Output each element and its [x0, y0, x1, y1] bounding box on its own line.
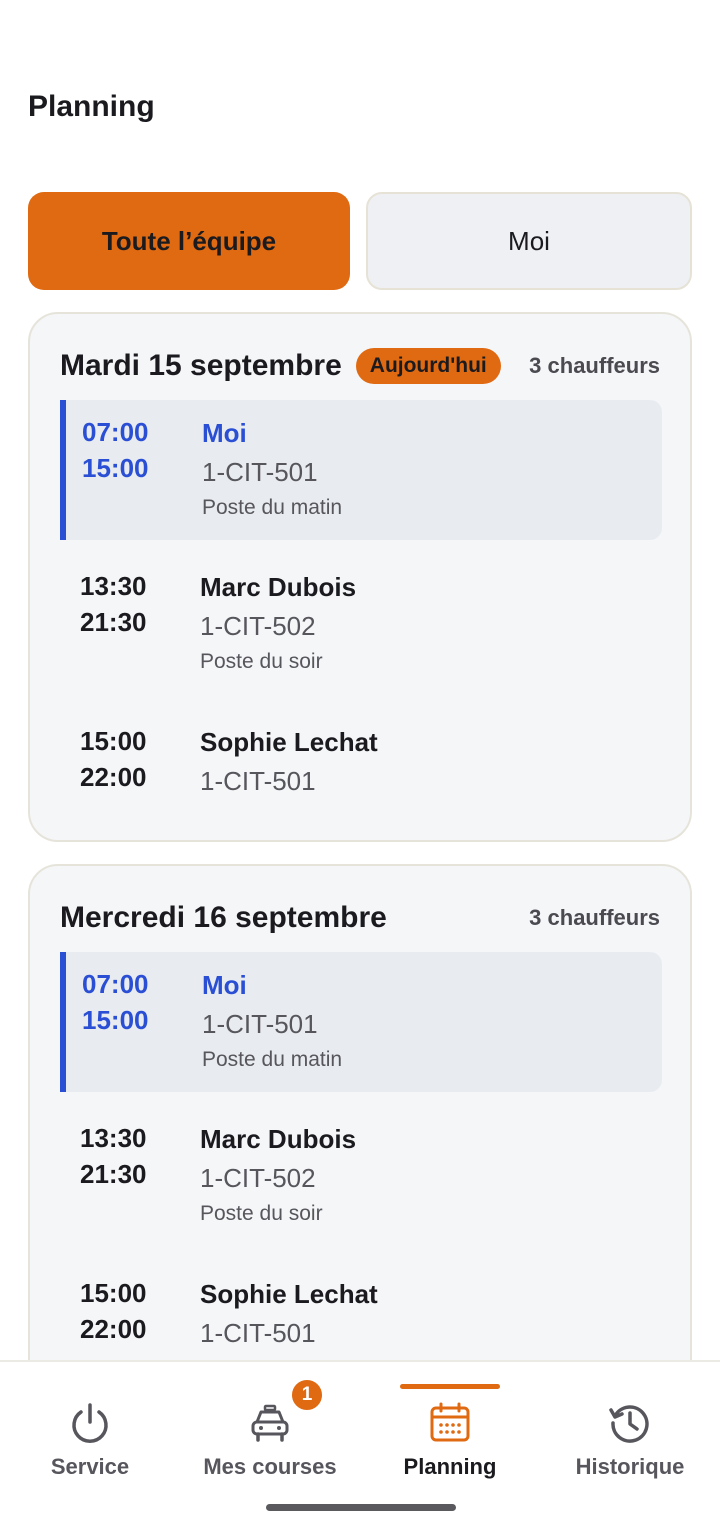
- driver-name: Marc Dubois: [200, 1124, 357, 1154]
- shift-times: 13:30 21:30: [80, 568, 180, 640]
- shift-start: 07:00: [82, 969, 149, 999]
- vehicle-plate: 1-CIT-501: [200, 1318, 316, 1348]
- power-icon: [72, 1403, 108, 1443]
- nav-label-mes-courses: Mes courses: [203, 1454, 337, 1479]
- shift-times: 15:00 22:00: [80, 723, 180, 795]
- nav-item-service[interactable]: Service: [0, 1362, 180, 1492]
- shift-info: Sophie Lechat 1-CIT-501: [200, 1277, 378, 1353]
- shift-row-me[interactable]: 07:00 15:00 Moi 1-CIT-501 Poste du matin: [60, 952, 662, 1092]
- shift-end: 22:00: [80, 762, 147, 792]
- shift-info: Sophie Lechat 1-CIT-501: [200, 725, 378, 801]
- shift-start: 07:00: [82, 417, 149, 447]
- shift-end: 21:30: [80, 607, 147, 637]
- shift-type: Poste du soir: [200, 1202, 323, 1225]
- today-badge: Aujourd'hui: [355, 348, 501, 384]
- driver-name: Sophie Lechat: [200, 727, 378, 757]
- shift-end: 15:00: [82, 453, 149, 483]
- shift-row-me[interactable]: 07:00 15:00 Moi 1-CIT-501 Poste du matin: [60, 400, 662, 540]
- shift-type: Poste du matin: [202, 496, 343, 519]
- shift-times: 15:00 22:00: [80, 1275, 180, 1347]
- shift-end: 22:00: [80, 1314, 147, 1344]
- shift-info: Marc Dubois 1-CIT-502 Poste du soir: [200, 570, 356, 678]
- active-tab-indicator: [400, 1384, 500, 1389]
- shift-end: 21:30: [80, 1159, 147, 1189]
- nav-item-planning[interactable]: Planning: [360, 1362, 540, 1492]
- shift-row[interactable]: 15:00 22:00 Sophie Lechat 1-CIT-501: [60, 709, 662, 849]
- driver-name: Moi: [202, 418, 247, 448]
- day-card: Mardi 15 septembre Aujourd'hui 3 chauffe…: [28, 312, 692, 842]
- planning-list[interactable]: Mardi 15 septembre Aujourd'hui 3 chauffe…: [0, 312, 720, 1360]
- shift-info: Marc Dubois 1-CIT-502 Poste du soir: [200, 1122, 356, 1230]
- shift-start: 15:00: [80, 1278, 147, 1308]
- shift-row[interactable]: 15:00 22:00 Sophie Lechat 1-CIT-501: [60, 1261, 662, 1360]
- notification-badge: 1: [290, 1378, 324, 1412]
- bottom-nav: Service 1 Mes courses Planning Historiqu…: [0, 1360, 720, 1527]
- shift-type: Poste du matin: [202, 1048, 343, 1071]
- calendar-icon: [430, 1402, 470, 1442]
- day-title: Mercredi 16 septembre: [60, 901, 387, 934]
- driver-name: Marc Dubois: [200, 572, 357, 602]
- vehicle-plate: 1-CIT-502: [200, 1163, 316, 1193]
- driver-name: Moi: [202, 970, 247, 1000]
- day-header: Mercredi 16 septembre 3 chauffeurs: [60, 896, 660, 940]
- shift-end: 15:00: [82, 1005, 149, 1035]
- driver-count: 3 chauffeurs: [529, 353, 660, 378]
- nav-label-planning: Planning: [403, 1454, 497, 1479]
- vehicle-plate: 1-CIT-501: [200, 766, 316, 796]
- vehicle-plate: 1-CIT-501: [202, 457, 318, 487]
- shift-start: 13:30: [80, 571, 147, 601]
- nav-item-mes-courses[interactable]: 1 Mes courses: [180, 1362, 360, 1492]
- filter-me-button[interactable]: Moi: [366, 192, 692, 290]
- shift-start: 13:30: [80, 1123, 147, 1153]
- car-icon: [251, 1404, 289, 1442]
- shift-row[interactable]: 13:30 21:30 Marc Dubois 1-CIT-502 Poste …: [60, 554, 662, 694]
- history-icon: [609, 1405, 649, 1443]
- shift-info: Moi 1-CIT-501 Poste du matin: [202, 416, 342, 524]
- shift-start: 15:00: [80, 726, 147, 756]
- nav-item-historique[interactable]: Historique: [540, 1362, 720, 1492]
- driver-count: 3 chauffeurs: [529, 905, 660, 930]
- team-filter-toggle: Toute l’équipe Moi: [28, 192, 692, 290]
- shift-info: Moi 1-CIT-501 Poste du matin: [202, 968, 342, 1076]
- shift-times: 07:00 15:00: [82, 966, 182, 1038]
- shift-row[interactable]: 13:30 21:30 Marc Dubois 1-CIT-502 Poste …: [60, 1106, 662, 1246]
- day-card: Mercredi 16 septembre 3 chauffeurs 07:00…: [28, 864, 692, 1360]
- shift-times: 13:30 21:30: [80, 1120, 180, 1192]
- day-header: Mardi 15 septembre Aujourd'hui 3 chauffe…: [60, 344, 660, 388]
- shift-type: Poste du soir: [200, 650, 323, 673]
- vehicle-plate: 1-CIT-502: [200, 611, 316, 641]
- nav-label-service: Service: [50, 1454, 130, 1479]
- nav-label-historique: Historique: [575, 1454, 685, 1479]
- day-title: Mardi 15 septembre: [60, 349, 342, 382]
- home-indicator[interactable]: [266, 1504, 456, 1511]
- page-title: Planning: [28, 90, 155, 123]
- driver-name: Sophie Lechat: [200, 1279, 378, 1309]
- shift-times: 07:00 15:00: [82, 414, 182, 486]
- vehicle-plate: 1-CIT-501: [202, 1009, 318, 1039]
- filter-all-team-button[interactable]: Toute l’équipe: [28, 192, 350, 290]
